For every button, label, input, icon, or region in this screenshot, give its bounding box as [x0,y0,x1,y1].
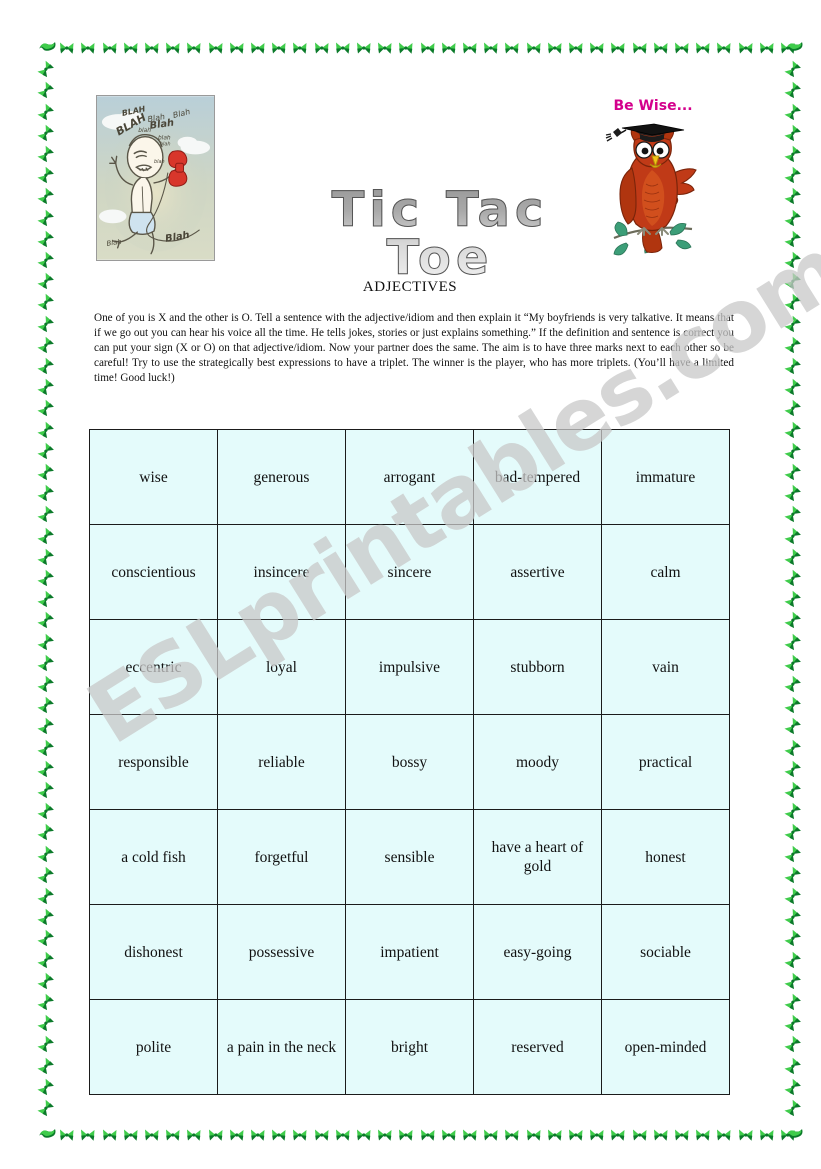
grid-cell[interactable]: possessive [217,904,346,1000]
grid-row: eccentric loyal impulsive stubborn vain [89,619,730,715]
grid-cell[interactable]: practical [601,714,730,810]
svg-text:blah: blah [154,159,165,165]
grid-cell[interactable]: sensible [345,809,474,905]
grid-cell[interactable]: generous [217,429,346,525]
grid-cell[interactable]: conscientious [89,524,218,620]
grid-cell[interactable]: bad-tempered [473,429,602,525]
grid-cell[interactable]: stubborn [473,619,602,715]
grid-cell[interactable]: polite [89,999,218,1095]
grid-cell[interactable]: have a heart of gold [473,809,602,905]
grid-cell[interactable]: calm [601,524,730,620]
grid-cell[interactable]: responsible [89,714,218,810]
grid-cell[interactable]: immature [601,429,730,525]
adjective-grid: wise generous arrogant bad-tempered immature… [89,429,730,1095]
grid-cell[interactable]: open-minded [601,999,730,1095]
grid-cell[interactable]: bright [345,999,474,1095]
grid-cell[interactable]: a cold fish [89,809,218,905]
grid-cell[interactable]: wise [89,429,218,525]
grid-cell[interactable]: loyal [217,619,346,715]
grid-cell[interactable]: impulsive [345,619,474,715]
talkative-person-illustration: BLAH BLAH Blah Blah Blah blah blah blah … [96,95,215,261]
instructions-paragraph: One of you is X and the other is O. Tell… [94,312,734,384]
grid-cell[interactable]: dishonest [89,904,218,1000]
grid-cell[interactable]: assertive [473,524,602,620]
grid-cell[interactable]: sincere [345,524,474,620]
grid-cell[interactable]: a pain in the neck [217,999,346,1095]
page-subtitle: ADJECTIVES [362,279,458,295]
grid-row: dishonest possessive impatient easy-going so… [89,904,730,1000]
worksheet-page: BLAH BLAH Blah Blah Blah blah blah blah … [0,0,821,1169]
grid-cell[interactable]: impatient [345,904,474,1000]
grid-cell[interactable]: arrogant [345,429,474,525]
grid-cell[interactable]: forgetful [217,809,346,905]
worksheet-content: BLAH BLAH Blah Blah Blah blah blah blah … [0,0,821,1169]
grid-cell[interactable]: eccentric [89,619,218,715]
grid-cell[interactable]: easy-going [473,904,602,1000]
grid-cell[interactable]: insincere [217,524,346,620]
grid-cell[interactable]: moody [473,714,602,810]
grid-cell[interactable]: bossy [345,714,474,810]
svg-text:blah: blah [160,142,171,148]
grid-row: polite a pain in the neck bright reserved op… [89,999,730,1095]
grid-cell[interactable]: reserved [473,999,602,1095]
grid-cell[interactable]: honest [601,809,730,905]
grid-row: conscientious insincere sincere assertive ca… [89,524,730,620]
graduate-owl-illustration: Be Wise... [596,98,710,260]
grid-cell[interactable]: vain [601,619,730,715]
svg-text:blah: blah [138,128,151,134]
grid-row: responsible reliable bossy moody practical [89,714,730,810]
page-title: Tic Tac Toe [280,186,600,283]
grid-row: a cold fish forgetful sensible have a heart… [89,809,730,905]
grid-cell[interactable]: reliable [217,714,346,810]
grid-cell[interactable]: sociable [601,904,730,1000]
grid-row: wise generous arrogant bad-tempered immature [89,429,730,525]
